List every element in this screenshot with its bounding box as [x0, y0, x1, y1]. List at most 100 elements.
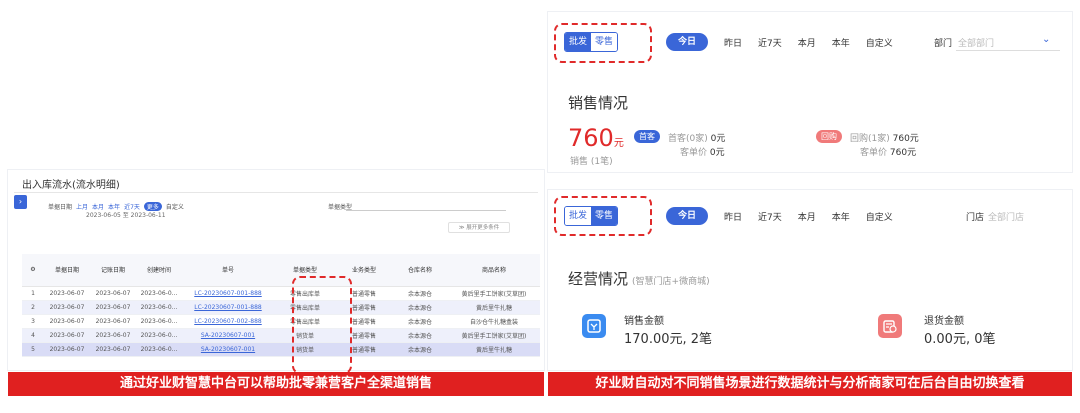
col-header-product[interactable]: 商品名称 [448, 254, 540, 287]
cell-created: 2023-06-0... [136, 314, 182, 329]
return-customer-badge: 回购 [816, 130, 842, 143]
date-range-text: 2023-06-05 至 2023-06-11 [86, 212, 166, 219]
quick-date-custom[interactable]: 自定义 [166, 202, 184, 211]
cell-doc-no-link[interactable]: LC-20230607-001-888 [182, 300, 274, 315]
table-row[interactable]: 4 2023-06-07 2023-06-07 2023-06-0... SA-… [22, 328, 540, 343]
chevron-down-icon[interactable]: ⌄ [1042, 34, 1050, 45]
divider [14, 192, 538, 193]
tab-this-month[interactable]: 本月 [798, 36, 816, 49]
sales-amount-icon [582, 314, 606, 338]
cell-doc-no-link[interactable]: SA-20230607-001 [182, 342, 274, 357]
doc-type-input[interactable] [346, 210, 506, 211]
cell-doc-date: 2023-06-07 [44, 286, 90, 301]
cell-doc-date: 2023-06-07 [44, 328, 90, 343]
cell-doc-date: 2023-06-07 [44, 300, 90, 315]
store-select[interactable]: 全部门店 [988, 210, 1024, 223]
cell-product: 自沙仓牛扎糖盒装 [448, 314, 540, 329]
cell-post-date: 2023-06-07 [90, 328, 136, 343]
table-row[interactable]: 2 2023-06-07 2023-06-07 2023-06-0... LC-… [22, 300, 540, 315]
dept-select[interactable]: 全部部门 [958, 36, 994, 49]
return-customer-avg: 客单价 760元 [860, 148, 917, 158]
col-header-post-date[interactable]: 记账日期 [90, 254, 136, 287]
stock-flow-table: ⚙ 单据日期 记账日期 创建时间 单号 单据类型 业务类型 仓库名称 商品名称 … [22, 254, 540, 357]
sales-amount-label: 销售金额 [624, 316, 664, 327]
stock-flow-panel: 出入库流水(流水明细) › 单据日期 上月 本月 本年 近7天 更多 自定义 2… [8, 170, 544, 370]
dept-label: 部门 [934, 39, 953, 49]
cell-product: 黄后里牛扎糖 [448, 342, 540, 357]
business-section-title: 经营情况 (智慧门店+微商城) [568, 270, 710, 288]
toggle-highlight-top [554, 23, 652, 63]
tab-today[interactable]: 今日 [666, 207, 709, 225]
row-index: 2 [22, 300, 44, 315]
cell-doc-no-link[interactable]: LC-20230607-001-888 [182, 286, 274, 301]
cell-warehouse: 余本源仓 [392, 286, 448, 301]
tab-last-7-days[interactable]: 近7天 [758, 36, 782, 49]
caption-right: 好业财自动对不同销售场景进行数据统计与分析商家可在后台自由切换查看 [548, 372, 1072, 396]
cell-created: 2023-06-0... [136, 328, 182, 343]
sales-amount: 760元 [568, 124, 624, 152]
cell-created: 2023-06-0... [136, 300, 182, 315]
refund-amount-value: 0.00元, 0笔 [924, 332, 996, 347]
row-index: 1 [22, 286, 44, 301]
cell-post-date: 2023-06-07 [90, 314, 136, 329]
tab-custom[interactable]: 自定义 [866, 36, 893, 49]
col-header-doc-no[interactable]: 单号 [182, 254, 274, 287]
table-row[interactable]: 1 2023-06-07 2023-06-07 2023-06-0... LC-… [22, 286, 540, 301]
time-range-tabs: 今日 昨日 近7天 本月 本年 自定义 [666, 33, 893, 51]
cell-warehouse: 余本源仓 [392, 328, 448, 343]
sales-amount-value: 170.00元, 2笔 [624, 332, 713, 347]
tab-yesterday[interactable]: 昨日 [724, 36, 742, 49]
first-customer-badge: 首客 [634, 130, 660, 143]
cell-post-date: 2023-06-07 [90, 342, 136, 357]
tab-this-month[interactable]: 本月 [798, 210, 816, 223]
tab-this-year[interactable]: 本年 [832, 210, 850, 223]
tab-yesterday[interactable]: 昨日 [724, 210, 742, 223]
tab-custom[interactable]: 自定义 [866, 210, 893, 223]
toggle-highlight-bottom [554, 196, 652, 236]
cell-created: 2023-06-0... [136, 286, 182, 301]
doc-type-highlight [292, 276, 352, 374]
refund-amount-icon [878, 314, 902, 338]
cell-product: 黄后里手工饼家(艾草团) [448, 286, 540, 301]
caption-left: 通过好业财智慧中台可以帮助批零兼营客户全渠道销售 [8, 372, 544, 396]
collapse-arrow-icon[interactable]: › [14, 195, 27, 209]
cell-warehouse: 余本源仓 [392, 300, 448, 315]
first-customer-stat: 首客(0家) 0元 [668, 134, 726, 144]
cell-doc-no-link[interactable]: SA-20230607-001 [182, 328, 274, 343]
row-index: 5 [22, 342, 44, 357]
refund-amount-label: 退货金额 [924, 316, 964, 327]
cell-product: 黄后里牛扎糖 [448, 300, 540, 315]
settings-gear-icon[interactable]: ⚙ [22, 254, 44, 287]
cell-warehouse: 余本源仓 [392, 314, 448, 329]
return-customer-stat: 回购(1家) 760元 [850, 134, 919, 144]
screenshot-root: 出入库流水(流水明细) › 单据日期 上月 本月 本年 近7天 更多 自定义 2… [0, 0, 1080, 413]
sales-section-title: 销售情况 [568, 94, 629, 112]
expand-more-button[interactable]: ≫ 展开更多条件 [448, 222, 510, 233]
business-section-subtitle: (智慧门店+微商城) [632, 277, 710, 287]
sales-count: 销售 (1笔) [570, 157, 613, 167]
time-range-tabs: 今日 昨日 近7天 本月 本年 自定义 [666, 207, 893, 225]
cell-warehouse: 余本源仓 [392, 342, 448, 357]
col-header-warehouse[interactable]: 仓库名称 [392, 254, 448, 287]
row-index: 4 [22, 328, 44, 343]
tab-today[interactable]: 今日 [666, 33, 709, 51]
cell-post-date: 2023-06-07 [90, 286, 136, 301]
tab-this-year[interactable]: 本年 [832, 36, 850, 49]
tab-last-7-days[interactable]: 近7天 [758, 210, 782, 223]
table-row[interactable]: 3 2023-06-07 2023-06-07 2023-06-0... LC-… [22, 314, 540, 329]
cell-doc-date: 2023-06-07 [44, 314, 90, 329]
cell-post-date: 2023-06-07 [90, 300, 136, 315]
dept-select-underline [956, 50, 1060, 51]
cell-created: 2023-06-0... [136, 342, 182, 357]
cell-doc-no-link[interactable]: LC-20230607-002-888 [182, 314, 274, 329]
date-filter-label: 单据日期 [48, 204, 73, 211]
cell-product: 黄后里手工饼家(艾草团) [448, 328, 540, 343]
table-header-row: ⚙ 单据日期 记账日期 创建时间 单号 单据类型 业务类型 仓库名称 商品名称 [22, 254, 540, 287]
page-title: 出入库流水(流水明细) [22, 180, 120, 191]
cell-doc-date: 2023-06-07 [44, 342, 90, 357]
first-customer-avg: 客单价 0元 [680, 148, 725, 158]
col-header-created[interactable]: 创建时间 [136, 254, 182, 287]
store-label: 门店 [966, 213, 985, 223]
table-row-selected[interactable]: 5 2023-06-07 2023-06-07 2023-06-0... SA-… [22, 342, 540, 357]
col-header-doc-date[interactable]: 单据日期 [44, 254, 90, 287]
